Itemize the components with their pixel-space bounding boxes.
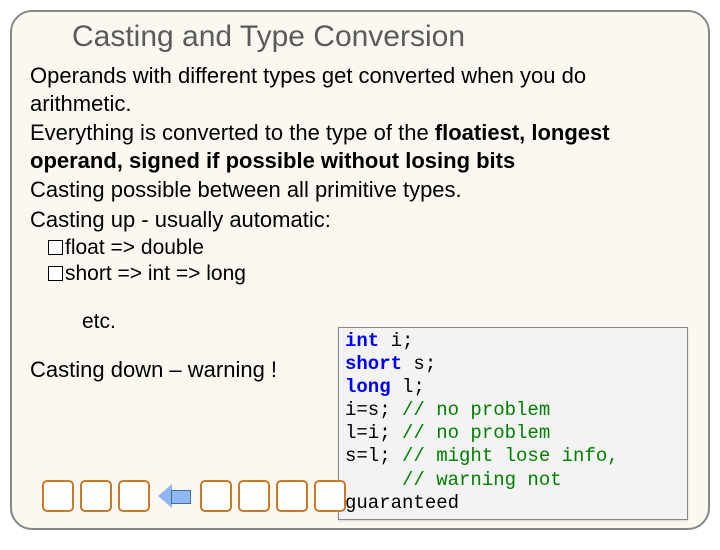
orange-box-icon (238, 480, 270, 512)
code-text: s=l; (345, 445, 402, 467)
code-comment: // no problem (402, 399, 550, 421)
bullet-2: short => int => long (48, 261, 690, 287)
paragraph-1b-pre: Everything is converted to the type of t… (30, 120, 435, 145)
orange-box-icon (118, 480, 150, 512)
code-kw: int (345, 330, 379, 352)
paragraph-3: Casting up - usually automatic: (30, 206, 690, 234)
slide-title: Casting and Type Conversion (12, 12, 708, 60)
paragraph-2: Casting possible between all primitive t… (30, 176, 690, 204)
code-text: l; (391, 376, 425, 398)
code-box: int i; short s; long l; i=s; // no probl… (338, 327, 688, 520)
code-text: l=i; (345, 422, 402, 444)
slide: Casting and Type Conversion Operands wit… (10, 10, 710, 530)
code-text: s; (402, 353, 436, 375)
code-text: i=s; (345, 399, 402, 421)
bullet-2-text: short => int => long (65, 262, 246, 285)
bullet-1: float => double (48, 235, 690, 261)
orange-box-icon (200, 480, 232, 512)
code-comment: // might lose info, (402, 445, 619, 467)
checkbox-icon (48, 266, 63, 281)
bullet-list: float => double short => int => long etc… (48, 235, 690, 335)
orange-box-icon (80, 480, 112, 512)
code-kw: long (345, 376, 391, 398)
checkbox-icon (48, 240, 63, 255)
code-comment: // warning not (345, 469, 562, 491)
arrow-left-icon (158, 482, 192, 510)
orange-box-icon (276, 480, 308, 512)
bottom-box-row (42, 480, 346, 512)
paragraph-1b: Everything is converted to the type of t… (30, 119, 690, 174)
bullet-1-text: float => double (65, 236, 204, 259)
orange-box-icon (42, 480, 74, 512)
code-text: guaranteed (345, 492, 459, 514)
code-text: i; (379, 330, 413, 352)
code-kw: short (345, 353, 402, 375)
code-comment: // no problem (402, 422, 550, 444)
orange-box-icon (314, 480, 346, 512)
paragraph-1a: Operands with different types get conver… (30, 62, 690, 117)
